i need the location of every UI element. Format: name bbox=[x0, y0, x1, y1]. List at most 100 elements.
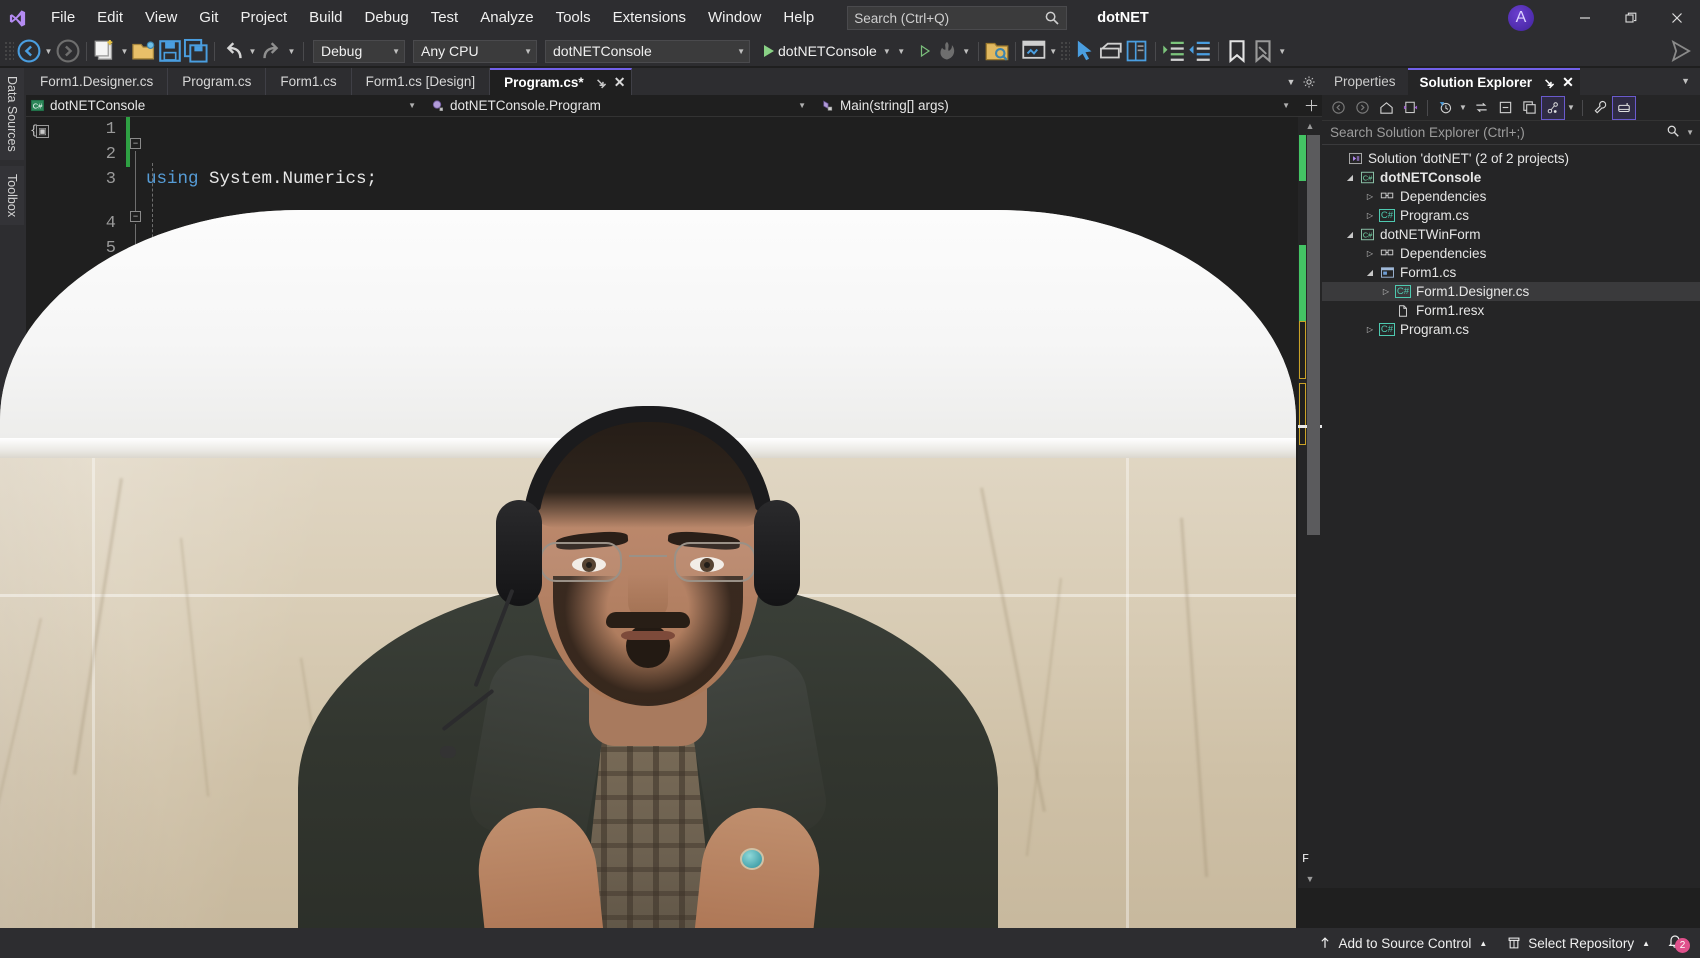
menu-item-test[interactable]: Test bbox=[420, 0, 470, 36]
tree-expander[interactable]: ▷ bbox=[1362, 325, 1378, 334]
close-icon[interactable]: ✕ bbox=[614, 74, 626, 91]
add-to-source-control-button[interactable]: Add to Source Control ▲ bbox=[1308, 928, 1498, 958]
start-debugging-button[interactable]: dotNETConsole ▼ bbox=[760, 38, 895, 64]
tree-expander[interactable]: ◢ bbox=[1342, 173, 1358, 182]
hot-reload-dropdown[interactable]: ▼ bbox=[960, 38, 973, 64]
tree-item-solution[interactable]: Solution 'dotNET' (2 of 2 projects) bbox=[1322, 149, 1700, 168]
preview-window-icon[interactable] bbox=[1021, 38, 1047, 64]
menu-item-git[interactable]: Git bbox=[188, 0, 229, 36]
outdent-icon[interactable] bbox=[1187, 38, 1213, 64]
solution-explorer-icon[interactable] bbox=[984, 38, 1010, 64]
tab-solution-explorer[interactable]: Solution Explorer ⇥ ✕ bbox=[1407, 68, 1580, 95]
feedback-icon[interactable] bbox=[1668, 38, 1694, 64]
properties-icon[interactable] bbox=[1588, 96, 1612, 120]
menu-item-file[interactable]: File bbox=[40, 0, 86, 36]
navbar-type-dropdown[interactable]: dotNETConsole.Program ▼ bbox=[426, 95, 816, 117]
menu-item-build[interactable]: Build bbox=[298, 0, 353, 36]
solution-platform-dropdown[interactable]: Any CPU ▼ bbox=[413, 39, 537, 63]
pin-icon[interactable]: ⇥ bbox=[592, 74, 609, 91]
gear-icon[interactable] bbox=[1300, 71, 1318, 93]
split-view-icon[interactable] bbox=[1300, 95, 1322, 117]
select-element-icon[interactable] bbox=[1072, 38, 1098, 64]
notifications-button[interactable]: 2 bbox=[1660, 928, 1690, 958]
navigate-forward-icon[interactable] bbox=[55, 38, 81, 64]
menu-item-analyze[interactable]: Analyze bbox=[469, 0, 544, 36]
undo-dropdown[interactable]: ▼ bbox=[246, 38, 259, 64]
search-input[interactable]: Search (Ctrl+Q) bbox=[847, 6, 1068, 30]
tree-item-program-cs-winform[interactable]: ▷ C# Program.cs bbox=[1322, 320, 1700, 339]
navbar-project-dropdown[interactable]: C# dotNETConsole ▼ bbox=[26, 95, 426, 117]
bookmark-icon[interactable] bbox=[1224, 38, 1250, 64]
sidebar-item-data-sources[interactable]: Data Sources bbox=[0, 68, 24, 160]
tree-item-program-cs-console[interactable]: ▷ C# Program.cs bbox=[1322, 206, 1700, 225]
save-all-icon[interactable] bbox=[183, 38, 209, 64]
scrollbar-track[interactable] bbox=[1298, 135, 1322, 870]
menu-item-edit[interactable]: Edit bbox=[86, 0, 134, 36]
collapse-all-icon[interactable] bbox=[1493, 96, 1517, 120]
scrollbar-thumb[interactable] bbox=[1307, 135, 1320, 535]
select-repository-button[interactable]: Select Repository ▲ bbox=[1497, 928, 1660, 958]
avatar[interactable]: A bbox=[1508, 5, 1534, 31]
tree-expander[interactable]: ▷ bbox=[1362, 192, 1378, 201]
tree-expander[interactable]: ▷ bbox=[1362, 211, 1378, 220]
tab-properties[interactable]: Properties bbox=[1322, 68, 1408, 95]
tab-form1-designer-cs[interactable]: Form1.Designer.cs bbox=[26, 68, 169, 95]
chevron-down-icon[interactable]: ▼ bbox=[1686, 128, 1694, 137]
tab-form1-cs[interactable]: Form1.cs bbox=[266, 68, 352, 95]
minimize-button[interactable] bbox=[1562, 0, 1608, 36]
menu-item-project[interactable]: Project bbox=[229, 0, 298, 36]
view-class-diagram-icon[interactable] bbox=[1541, 95, 1565, 120]
solution-explorer-search-input[interactable]: Search Solution Explorer (Ctrl+;) ▼ bbox=[1322, 121, 1700, 145]
undo-icon[interactable] bbox=[220, 38, 246, 64]
menu-item-tools[interactable]: Tools bbox=[545, 0, 602, 36]
toolbar-grip[interactable] bbox=[1059, 41, 1070, 61]
start-options-dropdown[interactable]: ▼ bbox=[895, 38, 908, 64]
close-button[interactable] bbox=[1654, 0, 1700, 36]
tab-program-cs-1[interactable]: Program.cs bbox=[168, 68, 267, 95]
solution-tree[interactable]: Solution 'dotNET' (2 of 2 projects) ◢ C#… bbox=[1322, 145, 1700, 339]
document-outline-icon[interactable]: ▣ bbox=[36, 125, 49, 138]
scroll-down-button[interactable]: ▼ bbox=[1298, 870, 1322, 888]
new-project-dropdown[interactable]: ▼ bbox=[118, 38, 131, 64]
new-project-icon[interactable] bbox=[92, 38, 118, 64]
sync-with-active-document-icon[interactable] bbox=[1398, 96, 1422, 120]
pending-changes-filter-icon[interactable] bbox=[1433, 96, 1457, 120]
tree-item-dependencies-winform[interactable]: ▷ Dependencies bbox=[1322, 244, 1700, 263]
preview-selected-items-icon[interactable] bbox=[1612, 95, 1636, 120]
tree-item-dotnetwinform[interactable]: ◢ C# dotNETWinForm bbox=[1322, 225, 1700, 244]
toolbar-grip[interactable] bbox=[4, 41, 14, 61]
tab-program-cs-active[interactable]: Program.cs* ⇥ ✕ bbox=[490, 68, 633, 95]
preview-window-dropdown[interactable]: ▼ bbox=[1047, 38, 1060, 64]
chevron-down-icon[interactable]: ▼ bbox=[1671, 68, 1700, 95]
open-file-icon[interactable] bbox=[131, 38, 157, 64]
save-icon[interactable] bbox=[157, 38, 183, 64]
tree-item-dotnetconsole[interactable]: ◢ C# dotNETConsole bbox=[1322, 168, 1700, 187]
bookmark-dropdown[interactable]: ▼ bbox=[1276, 38, 1289, 64]
editor-vertical-scrollbar[interactable]: ▲ F ▼ bbox=[1298, 117, 1322, 888]
tab-form1-cs-design[interactable]: Form1.cs [Design] bbox=[351, 68, 491, 95]
hot-reload-icon[interactable] bbox=[934, 38, 960, 64]
show-all-files-icon[interactable] bbox=[1517, 96, 1541, 120]
menu-item-view[interactable]: View bbox=[134, 0, 188, 36]
back-icon[interactable] bbox=[1326, 96, 1350, 120]
tree-item-form1-designer-cs[interactable]: ▷ C# Form1.Designer.cs bbox=[1322, 282, 1700, 301]
menu-item-debug[interactable]: Debug bbox=[354, 0, 420, 36]
solution-configuration-dropdown[interactable]: Debug ▼ bbox=[313, 39, 405, 63]
home-icon[interactable] bbox=[1374, 96, 1398, 120]
menu-item-help[interactable]: Help bbox=[772, 0, 825, 36]
chevron-down-icon[interactable]: ▼ bbox=[1565, 96, 1577, 120]
navbar-member-dropdown[interactable]: Main(string[] args) ▼ bbox=[816, 95, 1300, 117]
indent-icon[interactable] bbox=[1161, 38, 1187, 64]
tree-expander[interactable]: ▷ bbox=[1362, 249, 1378, 258]
bookmark-next-icon[interactable] bbox=[1250, 38, 1276, 64]
navigate-back-icon[interactable] bbox=[16, 38, 42, 64]
play-outline-icon[interactable] bbox=[908, 38, 934, 64]
redo-icon[interactable] bbox=[259, 38, 285, 64]
chevron-down-icon[interactable]: ▼ bbox=[1282, 71, 1300, 93]
tree-expander[interactable]: ▷ bbox=[1378, 287, 1394, 296]
chevron-down-icon[interactable]: ▼ bbox=[1457, 96, 1469, 120]
startup-project-dropdown[interactable]: dotNETConsole ▼ bbox=[545, 39, 750, 63]
redo-dropdown[interactable]: ▼ bbox=[285, 38, 298, 64]
navigate-back-dropdown[interactable]: ▼ bbox=[42, 38, 55, 64]
forward-icon[interactable] bbox=[1350, 96, 1374, 120]
